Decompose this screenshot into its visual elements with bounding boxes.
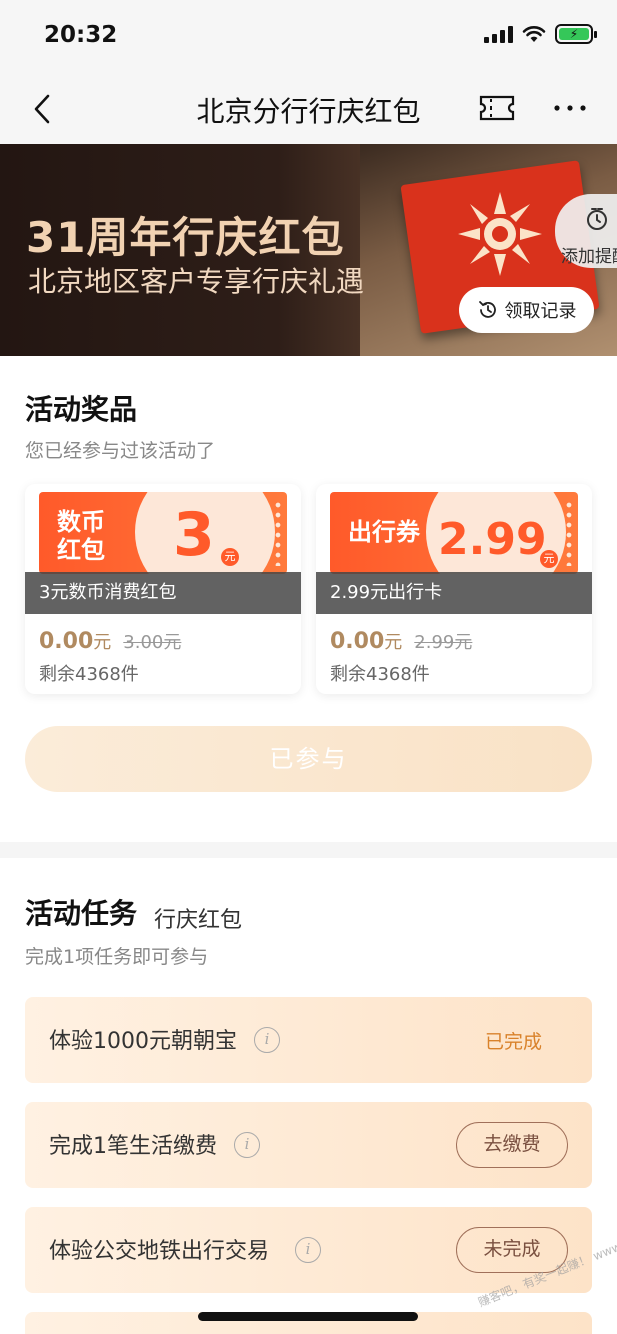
task-section-tag: 行庆红包 <box>154 908 243 933</box>
ticket-icon[interactable] <box>478 94 516 122</box>
current-price: 0.00 <box>330 629 385 654</box>
task-section-subtitle: 完成1项任务即可参与 <box>25 946 209 968</box>
coupon-image: 出行券 2.99 元 <box>330 492 578 574</box>
coupon-amount: 2.99 <box>438 514 547 565</box>
task-row: 体验公交地铁出行交易 i 未完成 <box>25 1207 592 1293</box>
original-price: 3.00元 <box>123 632 182 653</box>
history-icon <box>478 301 496 318</box>
status-bar: 20:32 ⚡ <box>0 0 617 72</box>
coupon-type: 数币 红包 <box>57 508 105 564</box>
stock-remaining: 剩余4368件 <box>39 664 139 685</box>
task-label: 体验1000元朝朝宝 <box>49 1029 237 1054</box>
current-price: 0.00 <box>39 629 94 654</box>
price-unit: 元 <box>93 632 112 653</box>
stock-remaining: 剩余4368件 <box>330 664 430 685</box>
coupon-type: 出行券 <box>348 518 420 546</box>
alarm-clock-icon <box>587 208 607 230</box>
task-row: 体验1000元朝朝宝 i 已完成 <box>25 997 592 1083</box>
price-unit: 元 <box>384 632 403 653</box>
cellular-signal-icon <box>484 25 513 43</box>
banner-subtitle: 北京地区客户专享行庆礼遇 <box>28 265 365 298</box>
task-row: 完成1笔生活缴费 i 去缴费 <box>25 1102 592 1188</box>
task-label: 完成1笔生活缴费 <box>49 1134 217 1159</box>
coupon-amount: 3 <box>173 500 215 570</box>
prize-card[interactable]: 出行券 2.99 元 2.99元出行卡 0.00元 2.99元 剩余4368件 <box>316 484 592 694</box>
joined-button[interactable]: 已参与 <box>25 726 592 792</box>
price-row: 0.00元 3.00元 <box>39 628 181 654</box>
task-section-title: 活动任务 <box>25 897 138 930</box>
banner-title: 31周年行庆红包 <box>26 213 345 262</box>
wifi-icon <box>522 26 546 42</box>
prize-section-title: 活动奖品 <box>25 393 138 426</box>
task-label: 体验公交地铁出行交易 <box>49 1239 270 1264</box>
price-row: 0.00元 2.99元 <box>330 628 472 654</box>
home-indicator[interactable] <box>198 1312 418 1321</box>
prize-section-subtitle: 您已经参与过该活动了 <box>25 440 216 462</box>
page-title: 北京分行行庆红包 <box>196 95 421 128</box>
info-icon[interactable]: i <box>295 1237 321 1263</box>
claim-record-button[interactable]: 领取记录 <box>459 287 594 333</box>
task-completed-status: 已完成 <box>484 1031 542 1053</box>
status-time: 20:32 <box>44 22 118 48</box>
coupon-image: 数币 红包 3 元 <box>39 492 287 574</box>
status-icons: ⚡ <box>484 24 597 44</box>
add-reminder-label: 添加提醒 <box>561 247 617 267</box>
info-icon[interactable]: i <box>254 1027 280 1053</box>
prize-section: 活动奖品 您已经参与过该活动了 数币 红包 3 元 3元数币消费红包 0.00元… <box>0 356 617 842</box>
original-price: 2.99元 <box>414 632 473 653</box>
prize-card[interactable]: 数币 红包 3 元 3元数币消费红包 0.00元 3.00元 剩余4368件 <box>25 484 301 694</box>
nav-bar: 北京分行行庆红包 <box>0 72 617 144</box>
claim-record-label: 领取记录 <box>504 301 577 322</box>
sun-logo-icon <box>458 192 542 276</box>
go-pay-button[interactable]: 去缴费 <box>456 1122 568 1168</box>
prize-name: 2.99元出行卡 <box>316 572 592 614</box>
more-options-icon[interactable] <box>552 96 588 120</box>
coupon-yuan-mark: 元 <box>221 548 239 566</box>
info-icon[interactable]: i <box>234 1132 260 1158</box>
battery-icon: ⚡ <box>555 24 597 44</box>
task-section: 活动任务 行庆红包 完成1项任务即可参与 体验1000元朝朝宝 i 已完成 完成… <box>0 858 617 1334</box>
prize-name: 3元数币消费红包 <box>25 572 301 614</box>
coupon-yuan-mark: 元 <box>540 550 558 568</box>
